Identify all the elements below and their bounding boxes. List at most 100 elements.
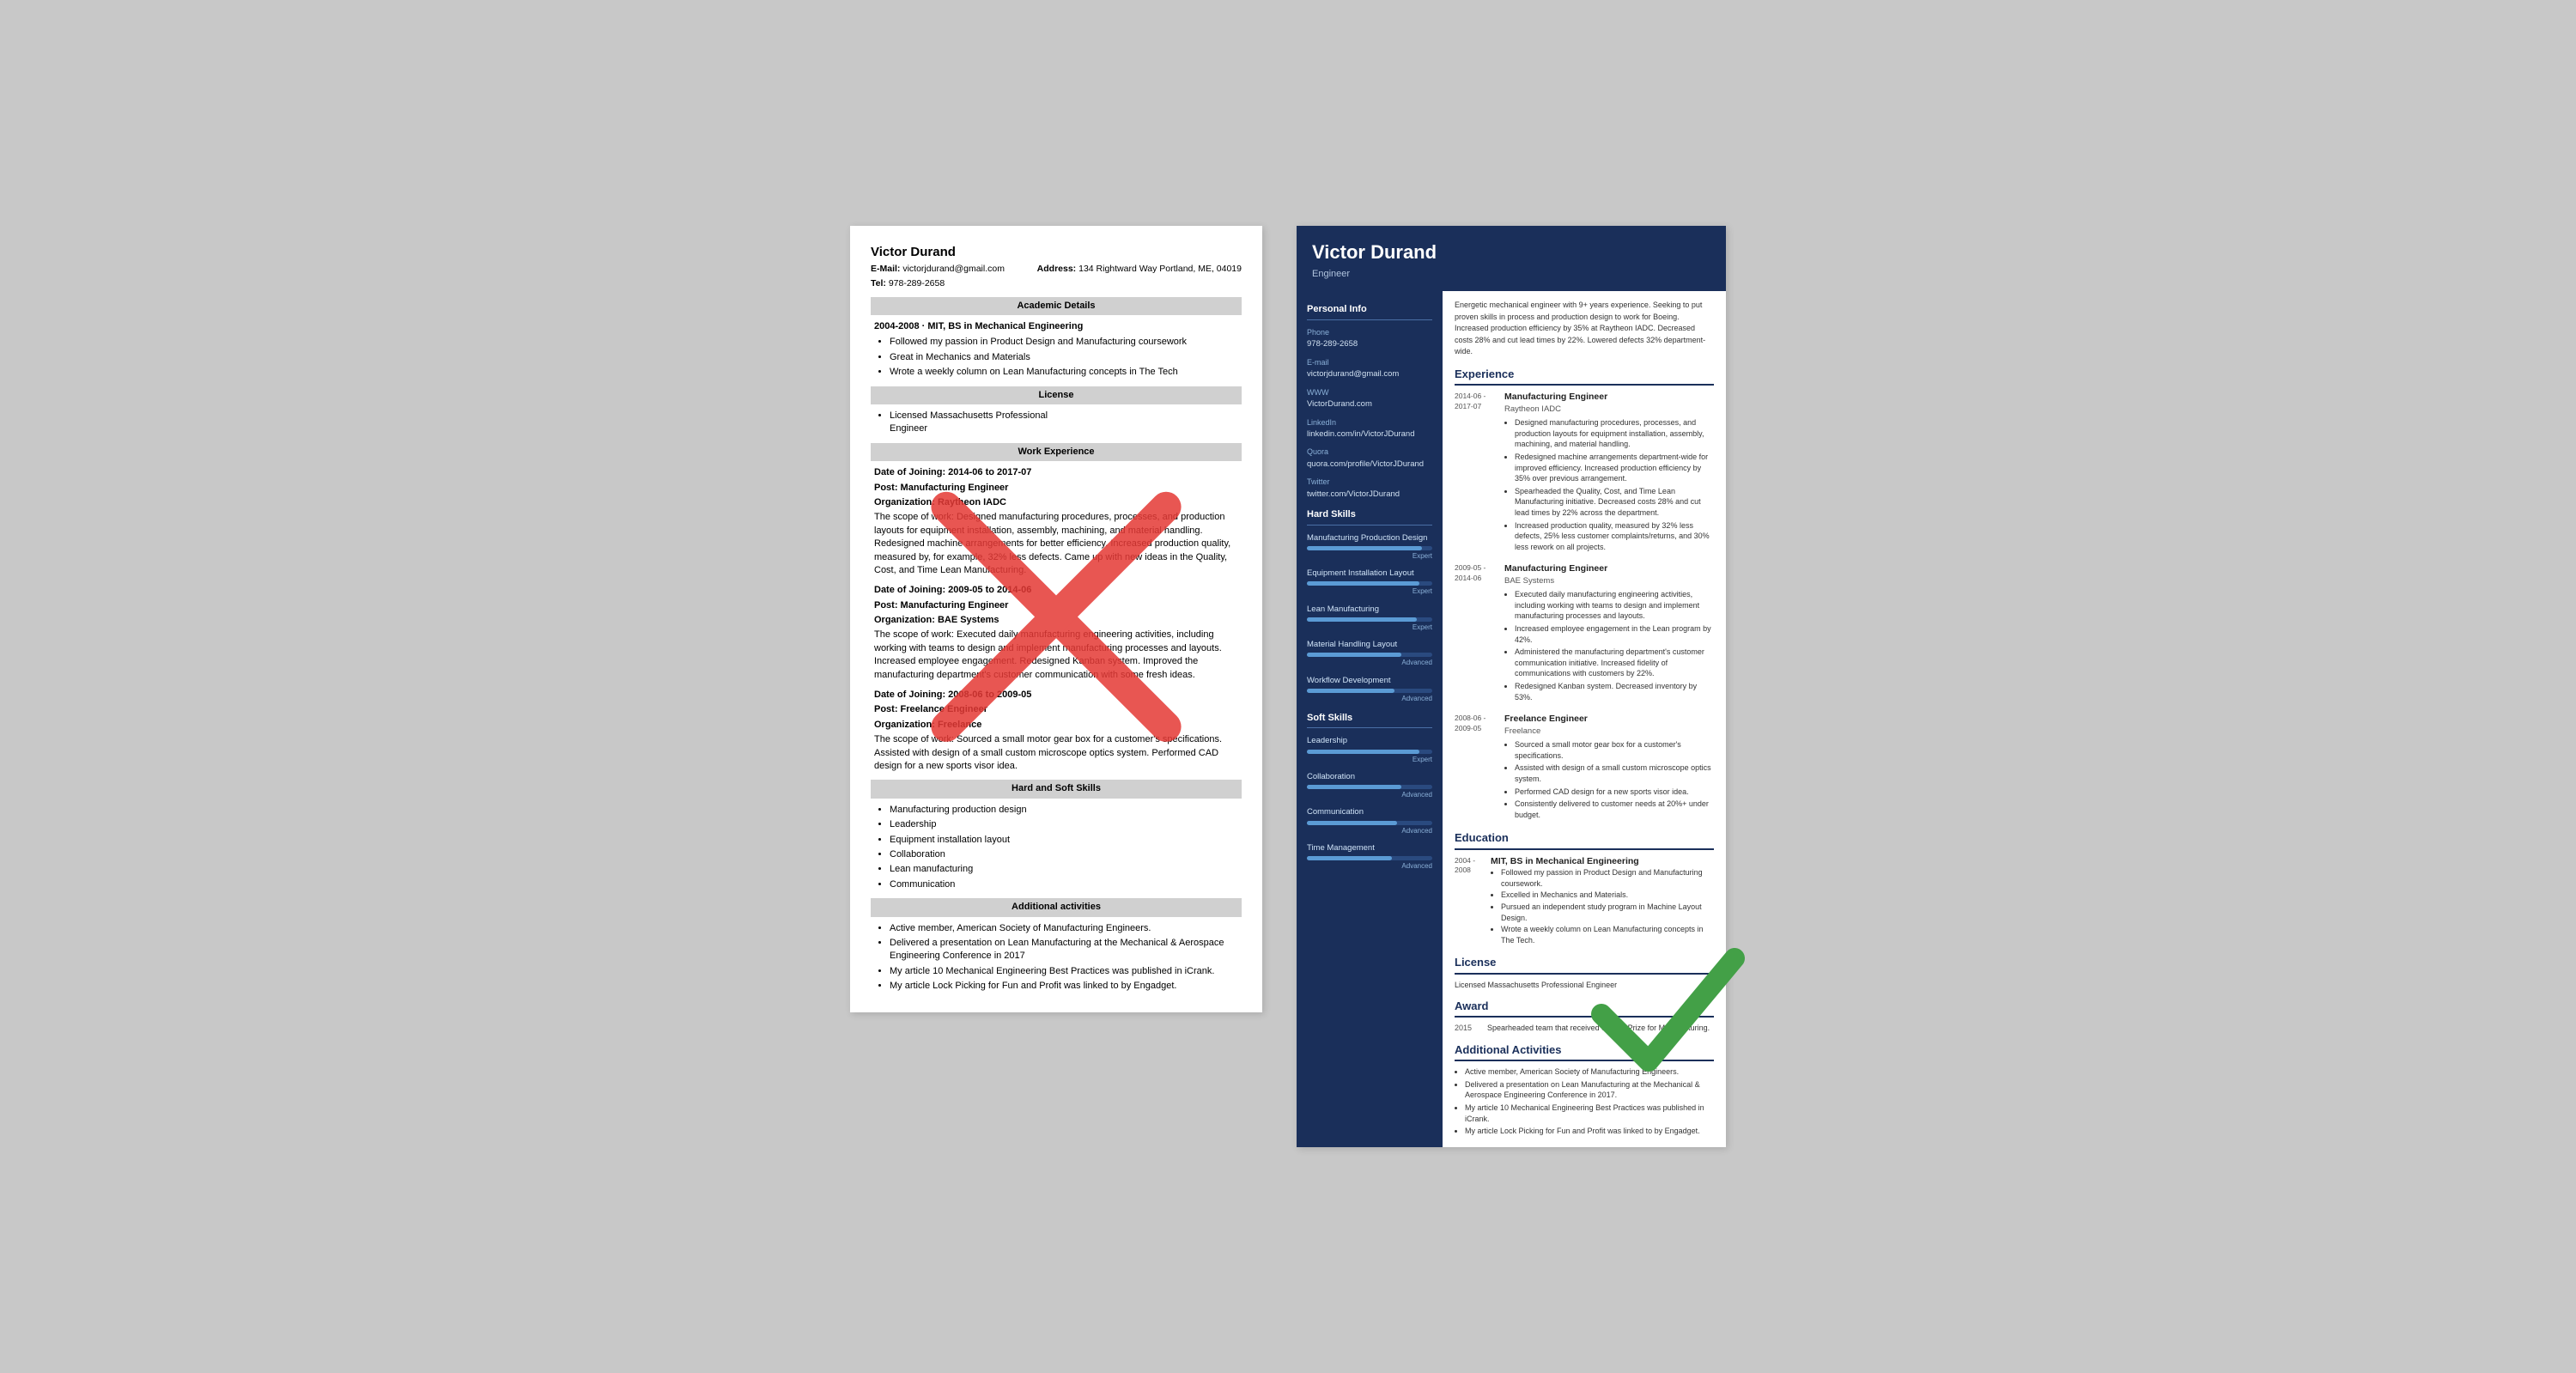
work1-scope: The scope of work: Designed manufacturin…	[874, 511, 1238, 577]
award-year: 2015	[1455, 1023, 1479, 1034]
work-entry-3: Date of Joining: 2008-06 to 2009-05 Post…	[874, 689, 1238, 773]
email-field-value: victorjdurand@gmail.com	[1307, 368, 1432, 380]
experience-title: Experience	[1455, 367, 1714, 386]
personal-info-title: Personal Info	[1307, 303, 1432, 319]
skills-content: Manufacturing production design Leadersh…	[871, 804, 1242, 891]
list-item: Collaboration	[890, 848, 1238, 861]
list-item: Great in Mechanics and Materials	[890, 351, 1238, 364]
additional-header: Additional activities	[871, 898, 1242, 916]
personal-email: E-mail victorjdurand@gmail.com	[1307, 357, 1432, 380]
tel-value: 978-289-2658	[889, 278, 945, 289]
education-title: Education	[1455, 830, 1714, 849]
list-item: Communication	[890, 878, 1238, 891]
skill-workflow: Workflow Development Advanced	[1307, 675, 1432, 703]
page-container: Victor Durand E-Mail: victorjdurand@gmai…	[850, 226, 1726, 1146]
exp-entry-2: 2009-05 -2014-06 Manufacturing Engineer …	[1455, 562, 1714, 704]
work-entry-1: Date of Joining: 2014-06 to 2017-07 Post…	[874, 466, 1238, 577]
work1-date: Date of Joining: 2014-06 to 2017-07	[874, 467, 1031, 477]
work-header: Work Experience	[871, 443, 1242, 461]
right-title: Engineer	[1312, 268, 1710, 281]
list-item: Designed manufacturing procedures, proce…	[1515, 417, 1714, 450]
skill-bar-fill-2	[1307, 617, 1417, 622]
work3-post: Post: Freelance Engineer	[874, 704, 987, 714]
work-entry-2: Date of Joining: 2009-05 to 2014-06 Post…	[874, 584, 1238, 682]
skill-name-4: Workflow Development	[1307, 675, 1432, 686]
work1-org: Organization: Raytheon IADC	[874, 497, 1006, 507]
license-right-text: Licensed Massachusetts Professional Engi…	[1455, 980, 1714, 991]
skill-name-2: Lean Manufacturing	[1307, 604, 1432, 615]
www-value: VictorDurand.com	[1307, 398, 1432, 410]
list-item: My article Lock Picking for Fun and Prof…	[890, 980, 1238, 993]
resume-bad: Victor Durand E-Mail: victorjdurand@gmai…	[850, 226, 1262, 1012]
skill-bar-bg-0	[1307, 546, 1432, 550]
additional-content: Active member, American Society of Manuf…	[871, 922, 1242, 993]
exp2-date: 2009-05 -2014-06	[1455, 562, 1496, 704]
soft-skill-bar-fill-2	[1307, 821, 1397, 825]
list-item: Followed my passion in Product Design an…	[890, 336, 1238, 349]
list-item: Executed daily manufacturing engineering…	[1515, 589, 1714, 622]
list-item: Increased employee engagement in the Lea…	[1515, 623, 1714, 645]
soft-skill-time-management: Time Management Advanced	[1307, 842, 1432, 871]
list-item: Active member, American Society of Manuf…	[890, 922, 1238, 935]
right-content: Energetic mechanical engineer with 9+ ye…	[1443, 291, 1726, 1146]
exp3-content: Freelance Engineer Freelance Sourced a s…	[1504, 713, 1714, 822]
soft-skill-bar-fill-3	[1307, 856, 1392, 860]
list-item: Spearheaded the Quality, Cost, and Time …	[1515, 486, 1714, 519]
edu1-bullets: Followed my passion in Product Design an…	[1491, 867, 1714, 945]
work3-date: Date of Joining: 2008-06 to 2009-05	[874, 690, 1031, 700]
email-field-label: E-mail	[1307, 357, 1432, 368]
soft-skill-bar-fill-0	[1307, 750, 1419, 754]
exp1-content: Manufacturing Engineer Raytheon IADC Des…	[1504, 391, 1714, 554]
work3-org: Organization: Freelance	[874, 720, 981, 730]
skill-level-0: Expert	[1307, 551, 1432, 561]
email-value: victorjdurand@gmail.com	[902, 264, 1005, 274]
academic-bullets: Followed my passion in Product Design an…	[874, 336, 1238, 379]
list-item: Equipment installation layout	[890, 834, 1238, 847]
soft-skill-name-1: Collaboration	[1307, 771, 1432, 782]
license-header: License	[871, 386, 1242, 404]
soft-skill-level-1: Advanced	[1307, 790, 1432, 799]
additional-right-title: Additional Activities	[1455, 1042, 1714, 1061]
soft-skill-name-2: Communication	[1307, 806, 1432, 817]
left-sidebar: Personal Info Phone 978-289-2658 E-mail …	[1297, 291, 1443, 1146]
twitter-value: twitter.com/VictorJDurand	[1307, 489, 1432, 500]
linkedin-label: LinkedIn	[1307, 417, 1432, 428]
list-item: Redesigned Kanban system. Decreased inve…	[1515, 681, 1714, 702]
list-item: Lean manufacturing	[890, 863, 1238, 876]
additional-bullets: Active member, American Society of Manuf…	[874, 922, 1238, 993]
work3-scope: The scope of work: Sourced a small motor…	[874, 733, 1238, 773]
skill-level-1: Expert	[1307, 586, 1432, 596]
skill-mfg-production: Manufacturing Production Design Expert	[1307, 532, 1432, 561]
work2-post: Post: Manufacturing Engineer	[874, 600, 1008, 611]
personal-twitter: Twitter twitter.com/VictorJDurand	[1307, 477, 1432, 500]
edu1-content: MIT, BS in Mechanical Engineering Follow…	[1491, 855, 1714, 947]
list-item: Performed CAD design for a new sports vi…	[1515, 787, 1714, 798]
soft-skill-leadership: Leadership Expert	[1307, 735, 1432, 763]
additional-right-bullets: Active member, American Society of Manuf…	[1455, 1066, 1714, 1137]
exp-entry-3: 2008-06 -2009-05 Freelance Engineer Free…	[1455, 713, 1714, 822]
list-item: Active member, American Society of Manuf…	[1465, 1066, 1714, 1078]
skill-equip-install: Equipment Installation Layout Expert	[1307, 568, 1432, 596]
soft-skill-level-3: Advanced	[1307, 861, 1432, 871]
edu-entry-1: 2004 -2008 MIT, BS in Mechanical Enginee…	[1455, 855, 1714, 947]
academic-content: 2004-2008 · MIT, BS in Mechanical Engine…	[871, 320, 1242, 380]
quora-label: Quora	[1307, 447, 1432, 458]
resume-good: Victor Durand Engineer Personal Info Pho…	[1297, 226, 1726, 1146]
skill-bar-bg-3	[1307, 653, 1432, 657]
list-item: Sourced a small motor gear box for a cus…	[1515, 739, 1714, 761]
skill-level-3: Advanced	[1307, 658, 1432, 667]
skill-bar-fill-3	[1307, 653, 1401, 657]
right-name: Victor Durand	[1312, 240, 1710, 266]
phone-value: 978-289-2658	[1307, 338, 1432, 349]
skill-material-handling: Material Handling Layout Advanced	[1307, 639, 1432, 667]
work2-date: Date of Joining: 2009-05 to 2014-06	[874, 585, 1031, 595]
list-item: My article 10 Mechanical Engineering Bes…	[1465, 1103, 1714, 1124]
exp1-org: Raytheon IADC	[1504, 404, 1714, 415]
list-item: Increased production quality, measured b…	[1515, 520, 1714, 553]
www-label: WWW	[1307, 387, 1432, 398]
tel-line: Tel: 978-289-2658	[871, 277, 1242, 290]
work1-post: Post: Manufacturing Engineer	[874, 483, 1008, 493]
email-label: E-Mail:	[871, 264, 900, 274]
soft-skill-collaboration: Collaboration Advanced	[1307, 771, 1432, 799]
list-item: Excelled in Mechanics and Materials.	[1501, 890, 1714, 901]
